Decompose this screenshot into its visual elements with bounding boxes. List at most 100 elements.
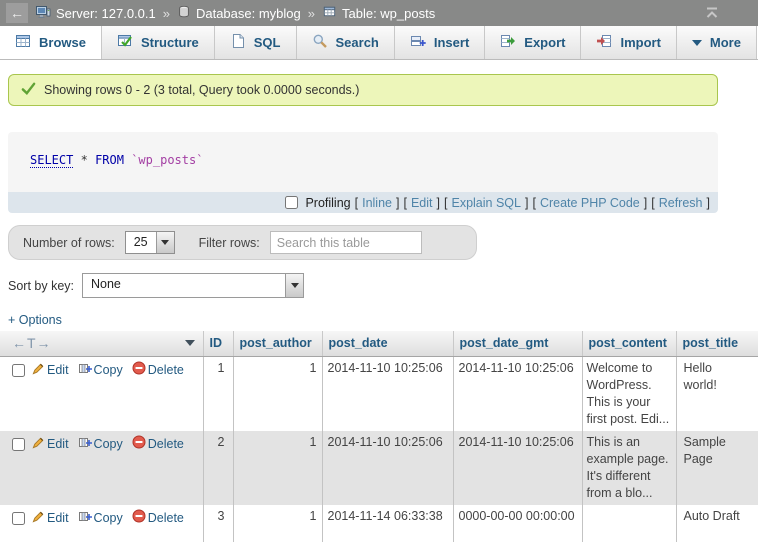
explain-sql-link[interactable]: Explain SQL: [451, 196, 520, 210]
bracket: ]: [525, 196, 528, 210]
sort-row: Sort by key: None: [8, 273, 758, 298]
header-actions-cell: ←T→: [0, 331, 203, 356]
sql-icon: [230, 33, 246, 52]
tab-bar: Browse Structure SQL Search Insert Expor…: [0, 26, 758, 60]
bracket: [: [355, 196, 358, 210]
sort-key-select[interactable]: None: [82, 273, 304, 298]
column-header-post-date[interactable]: post_date: [322, 331, 453, 356]
sql-keyword-select: SELECT: [30, 153, 73, 168]
breadcrumb-separator: »: [308, 6, 315, 21]
bracket: ]: [396, 196, 399, 210]
row-actions: Edit Copy Delete: [0, 431, 203, 505]
tab-structure[interactable]: Structure: [102, 26, 215, 59]
server-icon: [35, 4, 51, 23]
cell-post-author: 1: [233, 431, 322, 505]
copy-icon: [78, 436, 92, 454]
delete-row-link[interactable]: Delete: [148, 510, 184, 527]
tab-structure-label: Structure: [141, 35, 199, 50]
tab-search-label: Search: [336, 35, 379, 50]
create-php-code-link[interactable]: Create PHP Code: [540, 196, 640, 210]
row-actions: Edit Copy Delete: [0, 505, 203, 542]
tab-more-label: More: [710, 35, 741, 50]
filter-rows-input[interactable]: [270, 231, 422, 254]
delete-icon: [132, 509, 146, 528]
database-icon: [177, 5, 191, 22]
cell-post-title: Hello world!: [676, 356, 758, 431]
bracket: ]: [707, 196, 710, 210]
back-button[interactable]: ←: [6, 3, 28, 23]
tab-import[interactable]: Import: [581, 26, 676, 59]
structure-icon: [117, 33, 133, 52]
rows-per-page-select[interactable]: 25: [125, 231, 175, 254]
breadcrumb-table-label: Table: wp_posts: [342, 6, 435, 21]
breadcrumb-table[interactable]: Table: wp_posts: [322, 4, 435, 22]
sort-menu-icon[interactable]: [185, 340, 195, 346]
breadcrumb-database-label: Database: myblog: [196, 6, 301, 21]
status-message-text: Showing rows 0 - 2 (3 total, Query took …: [44, 83, 359, 97]
cell-post-date-gmt: 2014-11-10 10:25:06: [453, 356, 582, 431]
cell-post-date-gmt: 0000-00-00 00:00:00: [453, 505, 582, 542]
column-header-post-title[interactable]: post_title: [676, 331, 758, 356]
edit-row-link[interactable]: Edit: [47, 510, 69, 527]
refresh-link[interactable]: Refresh: [659, 196, 703, 210]
row-checkbox[interactable]: [12, 512, 25, 525]
tab-browse[interactable]: Browse: [0, 26, 102, 59]
copy-row-link[interactable]: Copy: [94, 362, 123, 379]
tab-import-label: Import: [620, 35, 660, 50]
profiling-checkbox[interactable]: [285, 196, 298, 209]
column-header-id[interactable]: ID: [203, 331, 233, 356]
cell-post-title: Sample Page: [676, 431, 758, 505]
inline-link[interactable]: Inline: [362, 196, 392, 210]
delete-row-link[interactable]: Delete: [148, 436, 184, 453]
cell-id: 1: [203, 356, 233, 431]
query-toolbar: Profiling [ Inline ] [ Edit ] [ Explain …: [8, 192, 718, 213]
column-direction-toggle-icon[interactable]: ←T→: [12, 335, 52, 351]
sort-key-value: None: [83, 274, 285, 297]
breadcrumb-separator: »: [163, 6, 170, 21]
row-checkbox[interactable]: [12, 438, 25, 451]
row-checkbox[interactable]: [12, 364, 25, 377]
query-box: SELECT * FROM `wp_posts` Profiling [ Inl…: [8, 132, 718, 213]
copy-row-link[interactable]: Copy: [94, 436, 123, 453]
column-header-post-author[interactable]: post_author: [233, 331, 322, 356]
table-row: EditCopyDelete 3 1 2014-11-14 06:33:38 0…: [0, 505, 758, 542]
cell-post-content: This is an example page. It's different …: [582, 431, 676, 505]
tab-search[interactable]: Search: [297, 26, 395, 59]
insert-icon: [410, 33, 426, 52]
cell-post-date: 2014-11-14 06:33:38: [322, 505, 453, 542]
chevron-down-icon: [692, 40, 702, 46]
column-header-post-content[interactable]: post_content: [582, 331, 676, 356]
search-icon: [312, 33, 328, 52]
row-actions: Edit Copy Delete: [0, 356, 203, 431]
cell-post-date: 2014-11-10 10:25:06: [322, 431, 453, 505]
tab-sql[interactable]: SQL: [215, 26, 297, 59]
options-toggle-link[interactable]: + Options: [8, 313, 62, 327]
bracket: [: [403, 196, 406, 210]
bracket: [: [651, 196, 654, 210]
tab-insert[interactable]: Insert: [395, 26, 485, 59]
breadcrumb-database[interactable]: Database: myblog: [177, 5, 301, 22]
sql-table-name: `wp_posts`: [131, 153, 203, 167]
delete-icon: [132, 361, 146, 380]
column-header-post-date-gmt[interactable]: post_date_gmt: [453, 331, 582, 356]
tab-insert-label: Insert: [434, 35, 469, 50]
edit-query-link[interactable]: Edit: [411, 196, 433, 210]
edit-icon: [32, 510, 45, 528]
edit-row-link[interactable]: Edit: [47, 436, 69, 453]
results-table: ←T→ ID post_author post_date post_date_g…: [0, 331, 758, 542]
copy-icon: [78, 510, 92, 528]
bracket: ]: [644, 196, 647, 210]
delete-icon: [132, 435, 146, 454]
table-row: EditCopyDelete 2 1 2014-11-10 10:25:06 2…: [0, 431, 758, 505]
tab-export[interactable]: Export: [485, 26, 581, 59]
tab-more[interactable]: More: [677, 26, 757, 59]
bracket: [: [444, 196, 447, 210]
cell-id: 2: [203, 431, 233, 505]
edit-row-link[interactable]: Edit: [47, 362, 69, 379]
copy-row-link[interactable]: Copy: [94, 510, 123, 527]
breadcrumb-server[interactable]: Server: 127.0.0.1: [35, 4, 156, 23]
tab-browse-label: Browse: [39, 35, 86, 50]
cell-post-author: 1: [233, 356, 322, 431]
delete-row-link[interactable]: Delete: [148, 362, 184, 379]
collapse-console-icon[interactable]: [704, 5, 720, 21]
